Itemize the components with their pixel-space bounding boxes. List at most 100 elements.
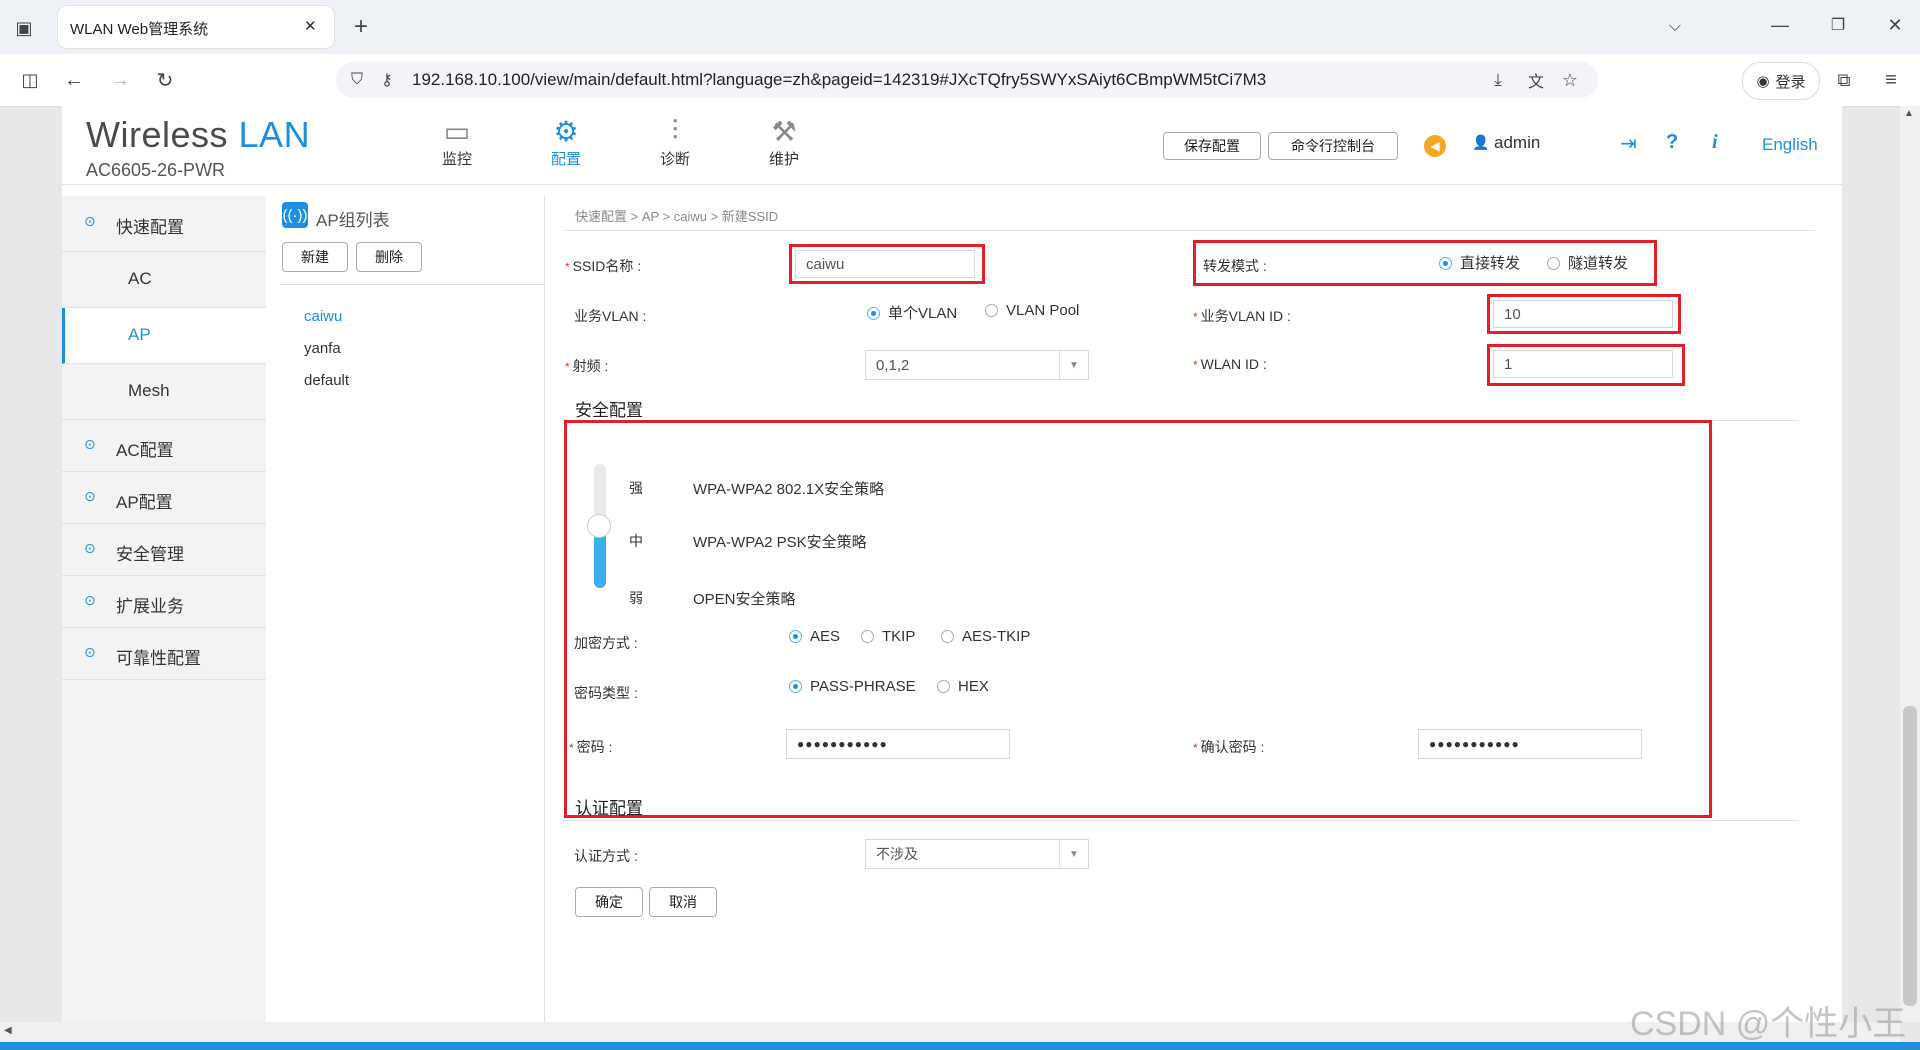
- sidebar-item-label: 可靠性配置: [116, 649, 201, 668]
- encrypt-aes-radio[interactable]: AES: [789, 628, 840, 645]
- restore-icon[interactable]: ❐: [1823, 12, 1853, 38]
- nav-label: 监控: [441, 151, 472, 168]
- sidebar-item-ac-config[interactable]: ⊙ AC配置: [62, 420, 266, 472]
- extensions-icon[interactable]: ⧉: [1830, 66, 1858, 94]
- radio-unselected[interactable]: [937, 680, 950, 693]
- password-input[interactable]: ●●●●●●●●●●●: [786, 729, 1010, 759]
- chevron-down-icon[interactable]: ⌵: [1660, 14, 1690, 40]
- encrypt-aes-tkip-radio[interactable]: AES-TKIP: [941, 628, 1030, 645]
- reload-icon[interactable]: ↻: [151, 66, 179, 94]
- scrollbar-thumb[interactable]: [1903, 706, 1917, 1006]
- nav-label: 诊断: [659, 151, 690, 168]
- highlight-box: [789, 244, 985, 284]
- sidebar-item-extension[interactable]: ⊙ 扩展业务: [62, 576, 266, 628]
- sidebar-item-ac[interactable]: AC: [62, 252, 266, 308]
- gear-icon: ⚙: [553, 116, 579, 147]
- confirm-password-input[interactable]: ●●●●●●●●●●●: [1418, 729, 1642, 759]
- nav-monitor[interactable]: ▭ 监控: [422, 112, 492, 169]
- close-window-icon[interactable]: ✕: [1880, 12, 1910, 38]
- security-slider-track[interactable]: [587, 464, 611, 588]
- sidebar-item-label: 安全管理: [116, 545, 184, 564]
- radio-unselected[interactable]: [985, 304, 998, 317]
- nav-maintain[interactable]: ⚒ 维护: [749, 112, 819, 169]
- radio-selected[interactable]: [789, 630, 802, 643]
- level-weak: 弱: [629, 590, 643, 606]
- option-label: TKIP: [882, 628, 916, 645]
- shield-icon[interactable]: ⛉: [346, 68, 368, 92]
- ap-group-title: AP组列表: [316, 211, 390, 230]
- sidebar-toggle-icon[interactable]: ◫: [16, 66, 44, 94]
- new-tab-icon[interactable]: +: [346, 12, 376, 42]
- url-text[interactable]: 192.168.10.100/view/main/default.html?la…: [412, 70, 1266, 90]
- sidebar-item-security[interactable]: ⊙ 安全管理: [62, 524, 266, 576]
- back-icon[interactable]: ←: [60, 66, 88, 94]
- horizontal-scrollbar[interactable]: ◀: [0, 1022, 1900, 1042]
- sidebar-item-ap[interactable]: AP: [62, 308, 266, 364]
- highlight-box: [1487, 344, 1685, 386]
- radio-unselected[interactable]: [861, 630, 874, 643]
- policy-medium[interactable]: WPA-WPA2 PSK安全策略: [693, 531, 867, 552]
- address-bar-row: ◫ ← → ↻ ⛉ ⚷ 192.168.10.100/view/main/def…: [0, 54, 1920, 107]
- key-icon[interactable]: ⚷: [376, 68, 398, 92]
- scroll-up-icon[interactable]: ▲: [1904, 108, 1914, 119]
- star-icon[interactable]: ☆: [1558, 68, 1582, 92]
- policy-weak[interactable]: OPEN安全策略: [693, 588, 796, 609]
- login-button[interactable]: ◉ 登录: [1742, 62, 1820, 100]
- alarm-icon[interactable]: ◀: [1424, 135, 1446, 157]
- logout-icon[interactable]: ⇥: [1620, 131, 1637, 156]
- vlan-single-radio[interactable]: 单个VLAN: [867, 302, 957, 323]
- new-group-button[interactable]: 新建: [282, 242, 348, 272]
- dropdown-arrow-icon[interactable]: ▼: [1059, 351, 1088, 379]
- sidebar-item-reliability[interactable]: ⊙ 可靠性配置: [62, 628, 266, 680]
- radio-unselected[interactable]: [941, 630, 954, 643]
- ok-button[interactable]: 确定: [575, 887, 643, 917]
- menu-icon[interactable]: ≡: [1877, 66, 1905, 94]
- option-label: AES: [810, 628, 841, 645]
- ssid-form: 快速配置 > AP > caiwu > 新建SSID * SSID名称 : cai…: [564, 196, 1835, 1026]
- url-bar[interactable]: ⛉ ⚷ 192.168.10.100/view/main/default.htm…: [336, 62, 1598, 98]
- radio-selected[interactable]: [867, 307, 880, 320]
- minimize-icon[interactable]: —: [1765, 12, 1795, 38]
- password-label: * 密码 :: [569, 739, 613, 755]
- ap-group-item[interactable]: yanfa: [304, 340, 341, 357]
- option-label: VLAN Pool: [1006, 302, 1080, 319]
- sidebar-item-label: AP: [128, 325, 151, 344]
- radio-band-select[interactable]: 0,1,2 ▼: [865, 350, 1089, 380]
- delete-group-button[interactable]: 删除: [356, 242, 422, 272]
- auth-mode-select[interactable]: 不涉及 ▼: [865, 839, 1089, 869]
- radio-selected[interactable]: [789, 680, 802, 693]
- security-slider-handle[interactable]: [587, 514, 611, 538]
- translate-icon[interactable]: 文: [1524, 68, 1548, 92]
- ap-group-item[interactable]: default: [304, 372, 349, 389]
- language-link[interactable]: English: [1762, 135, 1818, 155]
- level-medium: 中: [629, 533, 643, 549]
- scroll-left-icon[interactable]: ◀: [4, 1025, 12, 1036]
- download-icon[interactable]: ⤓: [1486, 68, 1510, 92]
- save-config-button[interactable]: 保存配置: [1163, 132, 1261, 160]
- help-icon[interactable]: ?: [1666, 131, 1678, 154]
- brand-logo: Wireless LAN: [86, 114, 310, 156]
- tab-actions-icon[interactable]: ▣: [10, 14, 38, 42]
- policy-strong[interactable]: WPA-WPA2 802.1X安全策略: [693, 478, 884, 499]
- info-icon[interactable]: i: [1712, 131, 1718, 154]
- dropdown-arrow-icon[interactable]: ▼: [1059, 840, 1088, 868]
- encrypt-tkip-radio[interactable]: TKIP: [861, 628, 915, 645]
- forward-icon[interactable]: →: [106, 66, 134, 94]
- browser-tab[interactable]: WLAN Web管理系统 ✕: [58, 6, 334, 48]
- nav-diagnose[interactable]: ⫶ 诊断: [640, 112, 710, 169]
- sidebar-item-mesh[interactable]: Mesh: [62, 364, 266, 420]
- ap-group-item[interactable]: caiwu: [304, 308, 342, 325]
- sidebar-item-quick-config[interactable]: ⊙ 快速配置: [62, 196, 266, 252]
- pw-passphrase-radio[interactable]: PASS-PHRASE: [789, 678, 916, 695]
- close-tab-icon[interactable]: ✕: [304, 17, 317, 35]
- nav-config[interactable]: ⚙ 配置: [531, 112, 601, 169]
- divider: [565, 820, 1799, 821]
- vertical-scrollbar[interactable]: ▲: [1900, 106, 1920, 1022]
- watermark: CSDN @个性小王: [1630, 1005, 1907, 1043]
- pw-hex-radio[interactable]: HEX: [937, 678, 989, 695]
- cancel-button[interactable]: 取消: [649, 887, 717, 917]
- select-value: 0,1,2: [876, 356, 910, 374]
- console-button[interactable]: 命令行控制台: [1268, 132, 1398, 160]
- sidebar-item-ap-config[interactable]: ⊙ AP配置: [62, 472, 266, 524]
- vlan-pool-radio[interactable]: VLAN Pool: [985, 302, 1079, 319]
